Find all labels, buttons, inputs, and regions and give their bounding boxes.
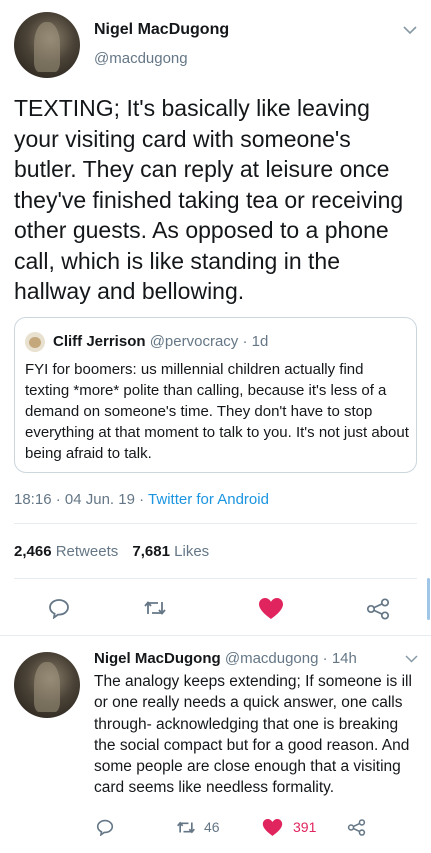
retweets-label: Retweets: [55, 543, 119, 560]
reply-reply-icon[interactable]: [94, 817, 116, 837]
author-handle[interactable]: @macdugong: [94, 50, 188, 67]
quoted-display-name: Cliff Jerrison: [53, 333, 146, 350]
retweet-icon: [176, 820, 196, 835]
likes-label: Likes: [174, 543, 210, 560]
quoted-tweet-card[interactable]: Cliff Jerrison @pervocracy · 1d FYI for …: [14, 317, 417, 473]
quoted-handle: @pervocracy: [149, 333, 239, 350]
divider: [14, 578, 417, 579]
retweet-icon[interactable]: [142, 597, 168, 619]
meta-separator: ·: [55, 491, 61, 508]
retweets-count: 2,466: [14, 543, 52, 560]
divider: [0, 635, 431, 636]
engagement-stats: 2,466 Retweets 7,681 Likes: [14, 543, 209, 560]
reply-display-name[interactable]: Nigel MacDugong: [94, 650, 221, 667]
likes-stat[interactable]: 7,681 Likes: [132, 543, 209, 560]
reply-chevron-down-icon[interactable]: [404, 654, 418, 664]
reply-icon[interactable]: [46, 596, 72, 620]
avatar-figure: [34, 662, 60, 712]
quoted-time: 1d: [251, 333, 269, 350]
quoted-header: Cliff Jerrison @pervocracy · 1d: [53, 333, 268, 350]
reply-retweet-count: 46: [204, 819, 220, 835]
reply-like-count: 391: [293, 819, 317, 835]
avatar-figure: [29, 337, 41, 348]
heart-icon: [262, 818, 283, 837]
tweet-meta: 18:16 · 04 Jun. 19 · Twitter for Android: [14, 491, 269, 508]
heart-icon[interactable]: [257, 596, 285, 621]
quoted-separator: ·: [242, 333, 248, 350]
chevron-down-icon[interactable]: [402, 24, 418, 36]
quoted-author-avatar: [25, 332, 45, 352]
reply-handle[interactable]: @macdugong: [225, 650, 319, 667]
reply-retweet-button[interactable]: 46: [176, 816, 220, 838]
divider: [14, 523, 417, 524]
reply-author-avatar[interactable]: [14, 652, 80, 718]
avatar-figure: [34, 22, 60, 72]
reply-time[interactable]: 14h: [332, 650, 357, 667]
tweet-date: 04 Jun. 19: [64, 491, 135, 508]
likes-count: 7,681: [132, 543, 170, 560]
scrollbar[interactable]: [427, 578, 430, 620]
reply-separator: ·: [322, 650, 328, 667]
meta-separator: ·: [139, 491, 145, 508]
reply-like-button[interactable]: 391: [262, 816, 316, 838]
reply-header: Nigel MacDugong @macdugong · 14h: [94, 650, 357, 667]
tweet-time: 18:16: [14, 491, 52, 508]
quoted-text: FYI for boomers: us millennial children …: [25, 361, 409, 462]
author-avatar[interactable]: [14, 12, 80, 78]
share-icon[interactable]: [364, 596, 392, 621]
tweet-client[interactable]: Twitter for Android: [148, 491, 269, 508]
reply-share-icon[interactable]: [345, 817, 367, 837]
reply-text: The analogy keeps extending; If someone …: [94, 673, 412, 797]
author-display-name[interactable]: Nigel MacDugong: [94, 21, 229, 39]
tweet-text: TEXTING; It's basically like leaving you…: [14, 95, 404, 304]
retweets-stat[interactable]: 2,466 Retweets: [14, 543, 122, 560]
